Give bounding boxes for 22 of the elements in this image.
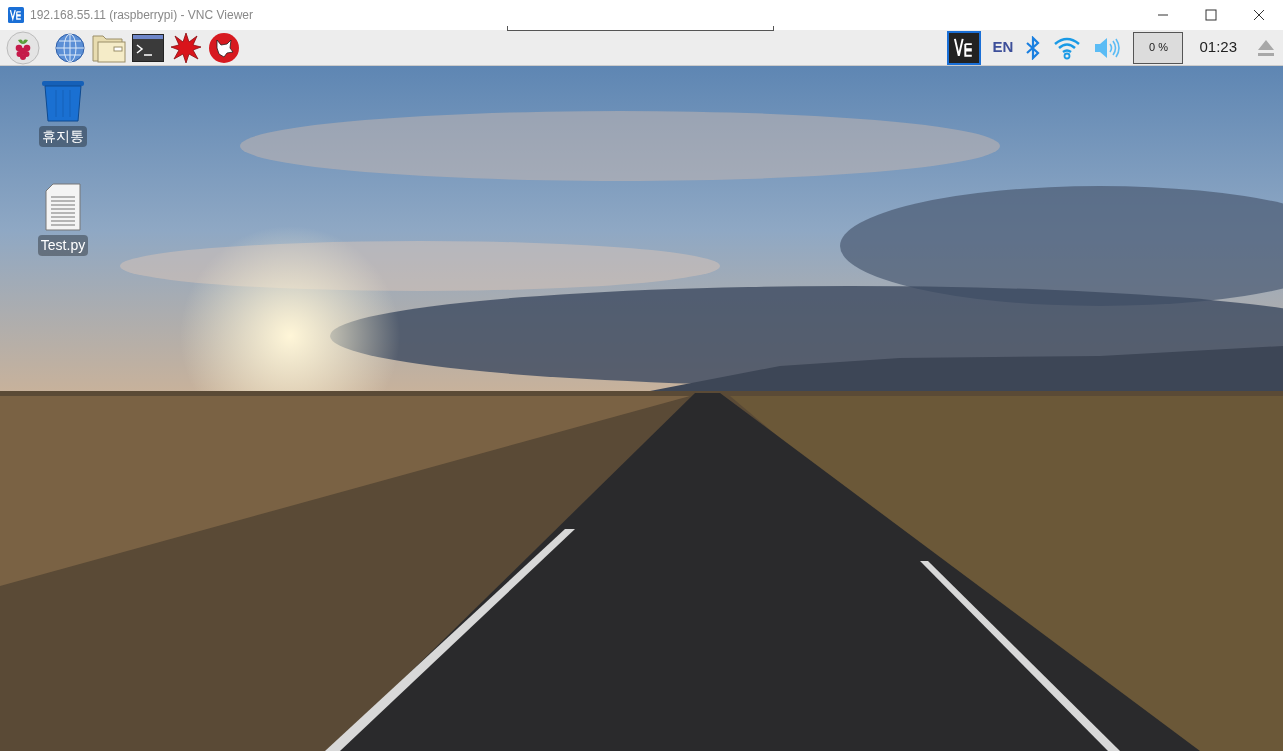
- desktop-icon-label[interactable]: 휴지통: [39, 126, 87, 147]
- clock[interactable]: 01:23: [1195, 36, 1241, 59]
- folder-icon[interactable]: [92, 32, 126, 63]
- cpu-monitor[interactable]: 0 %: [1133, 31, 1184, 64]
- window-title: 192.168.55.11 (raspberrypi) - VNC Viewer: [30, 7, 253, 24]
- keyboard-language[interactable]: EN: [992, 36, 1014, 59]
- trash-bin-icon[interactable]: [41, 80, 85, 122]
- desktop-icon-label[interactable]: Test.py: [37, 235, 89, 256]
- vnc-server-icon[interactable]: [946, 30, 981, 65]
- text-file-icon[interactable]: [45, 183, 81, 231]
- bluetooth-icon[interactable]: [1025, 35, 1042, 60]
- starburst-icon[interactable]: [170, 31, 202, 64]
- maximize-icon: [1205, 9, 1217, 21]
- terminal-icon[interactable]: [132, 33, 164, 62]
- vnc-app-icon: [8, 7, 24, 23]
- toolbar-handle[interactable]: [507, 26, 774, 31]
- close-icon: [1253, 9, 1265, 21]
- raspberry-menu-icon[interactable]: [6, 30, 40, 65]
- wifi-icon[interactable]: [1053, 35, 1082, 60]
- volume-icon[interactable]: [1093, 36, 1122, 59]
- wolf-icon[interactable]: [208, 31, 240, 64]
- globe-icon[interactable]: [54, 31, 86, 64]
